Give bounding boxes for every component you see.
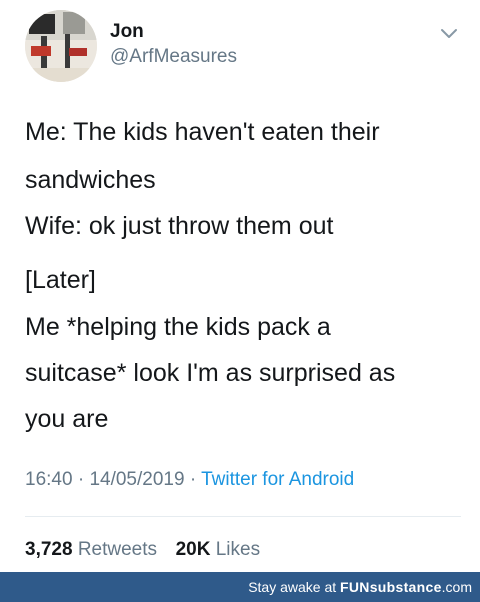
watermark-footer: Stay awake at FUNsubstance.com [0,572,480,602]
likes-label: Likes [215,539,261,560]
footer-text: Stay awake at [248,579,337,595]
tweet-text-line: suitcase* look I'm as surprised as [25,359,396,387]
tweet-text-line: [Later] [25,266,96,294]
retweets-label: Retweets [77,539,158,560]
avatar[interactable] [25,10,97,82]
retweets-stat[interactable]: 3,728 Retweets [25,539,157,560]
tweet-text-line: Me: The kids haven't eaten their [25,118,380,146]
engagement-stats: 3,728 Retweets 20K Likes [25,539,260,561]
tweet-date[interactable]: 14/05/2019 [89,469,184,490]
likes-count: 20K [175,539,211,560]
divider [25,516,461,517]
footer-domain: .com [441,579,472,595]
display-name[interactable]: Jon [110,21,144,43]
retweets-count: 3,728 [25,539,73,560]
user-handle[interactable]: @ArfMeasures [110,46,237,68]
tweet-card: Jon @ArfMeasures Me: The kids haven't ea… [0,0,480,572]
footer-brand[interactable]: FUNsubstance [340,579,442,595]
meta-separator: · [189,469,202,490]
tweet-text-line: Me *helping the kids pack a [25,313,331,341]
tweet-time[interactable]: 16:40 [25,469,73,490]
tweet-source-link[interactable]: Twitter for Android [201,469,354,490]
likes-stat[interactable]: 20K Likes [176,539,261,560]
avatar-image [25,10,97,82]
meta-separator: · [77,469,90,490]
chevron-down-icon[interactable] [440,28,458,40]
tweet-text-line: sandwiches [25,166,156,194]
tweet-metadata: 16:40 · 14/05/2019 · Twitter for Android [25,469,354,491]
tweet-text-line: you are [25,405,109,433]
tweet-text-line: Wife: ok just throw them out [25,212,334,240]
